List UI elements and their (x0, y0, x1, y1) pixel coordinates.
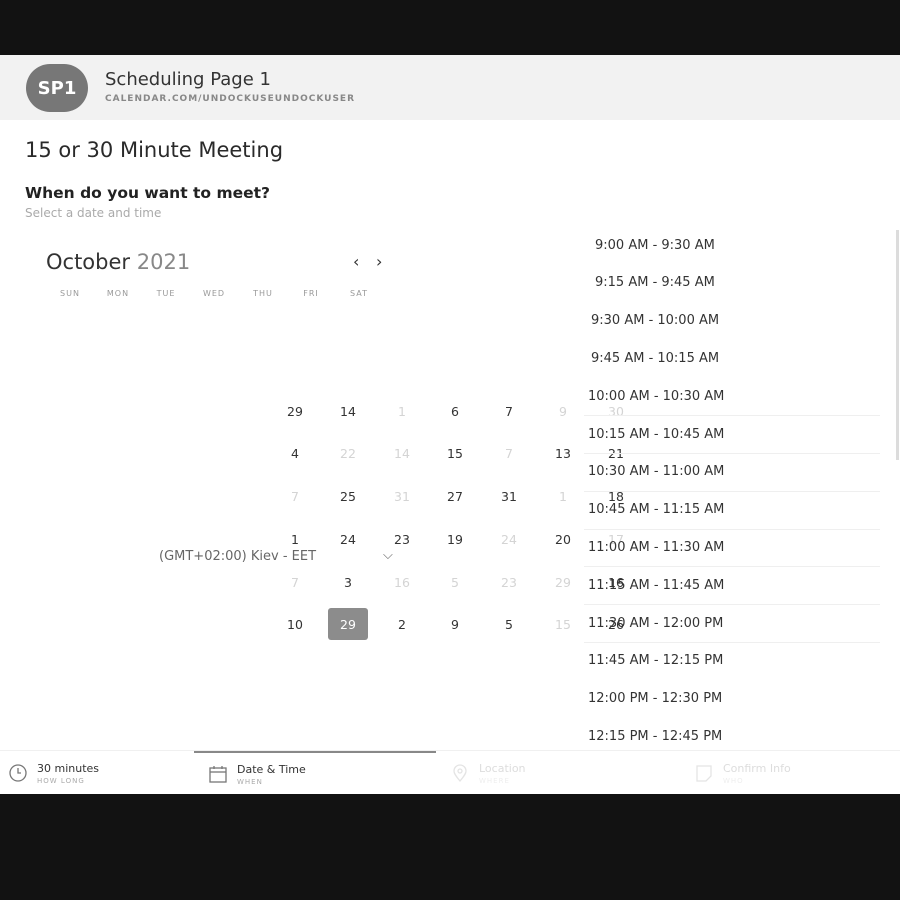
tab-date-time[interactable]: Date & Time WHEN (194, 751, 436, 794)
time-slot[interactable]: 10:45 AM - 11:15 AM (584, 495, 884, 525)
calendar-day[interactable]: 19 (435, 523, 475, 555)
time-slot[interactable]: 11:15 AM - 11:45 AM (584, 570, 884, 600)
calendar-day[interactable]: 9 (543, 395, 583, 427)
calendar-day[interactable]: 5 (489, 608, 529, 640)
calendar-day[interactable]: 15 (435, 437, 475, 469)
time-slot[interactable]: 10:30 AM - 11:00 AM (584, 457, 884, 487)
calendar-day[interactable]: 5 (435, 566, 475, 598)
calendar-day[interactable]: 3 (328, 566, 368, 598)
weekday-label: MON (106, 289, 130, 298)
location-pin-icon (450, 763, 470, 783)
calendar-day[interactable]: 1 (382, 395, 422, 427)
tab-confirm-info[interactable]: Confirm Info WHO (694, 751, 791, 794)
year-name: 2021 (136, 250, 191, 274)
step-tabs: 30 minutes HOW LONG Date & Time WHEN Loc… (0, 750, 900, 794)
calendar-day[interactable]: 10 (275, 608, 315, 640)
page-name: Scheduling Page 1 (105, 69, 271, 90)
calendar-day[interactable]: 4 (275, 437, 315, 469)
next-month-button[interactable]: › (376, 252, 382, 271)
calendar-day[interactable]: 9 (435, 608, 475, 640)
meeting-title: 15 or 30 Minute Meeting (25, 138, 284, 162)
tab-title: Confirm Info (723, 761, 791, 775)
weekday-label: FRI (303, 289, 319, 298)
calendar-day[interactable]: 1 (543, 480, 583, 512)
calendar-day[interactable]: 29 (543, 566, 583, 598)
avatar: SP1 (26, 64, 88, 112)
calendar-day[interactable]: 7 (275, 480, 315, 512)
previous-month-button[interactable]: ‹ (353, 252, 359, 271)
chevron-down-icon[interactable]: ⌵ (383, 548, 393, 563)
tab-title: 30 minutes (37, 761, 100, 775)
question-heading: When do you want to meet? (25, 184, 271, 202)
time-slot[interactable]: 9:15 AM - 9:45 AM (584, 268, 884, 298)
selected-day[interactable]: 29 (328, 608, 368, 640)
weekday-label: TUE (156, 289, 176, 298)
time-slot-divider (584, 642, 880, 643)
time-slot-divider (584, 528, 880, 530)
calendar-day[interactable]: 24 (328, 523, 368, 555)
time-slot-scrollbar[interactable] (896, 230, 899, 460)
timezone-select[interactable]: (GMT+02:00) Kiev - EET (159, 549, 316, 564)
tab-subtitle: WHO (723, 776, 744, 785)
time-slot[interactable]: 11:00 AM - 11:30 AM (584, 532, 884, 562)
bottom-letterbox (0, 794, 900, 900)
calendar-day[interactable]: 2 (382, 608, 422, 640)
calendar-day[interactable]: 23 (489, 566, 529, 598)
calendar-day[interactable]: 22 (328, 437, 368, 469)
time-slot[interactable]: 11:45 AM - 12:15 PM (584, 646, 884, 676)
time-slot[interactable]: 9:30 AM - 10:00 AM (584, 306, 884, 336)
calendar-day[interactable]: 13 (543, 437, 583, 469)
tab-subtitle: WHEN (237, 777, 263, 786)
time-slot[interactable]: 9:45 AM - 10:15 AM (584, 343, 884, 373)
page-url[interactable]: CALENDAR.COM/UNDOCKUSEUNDOCKUSER (105, 94, 355, 104)
scheduling-app: SP1 Scheduling Page 1 CALENDAR.COM/UNDOC… (0, 55, 900, 794)
calendar-day[interactable]: 27 (435, 480, 475, 512)
calendar-day[interactable]: 25 (328, 480, 368, 512)
tab-title: Date & Time (237, 762, 306, 776)
calendar-day[interactable]: 29 (275, 395, 315, 427)
calendar-day[interactable]: 31 (382, 480, 422, 512)
calendar-day[interactable]: 31 (489, 480, 529, 512)
calendar-day[interactable]: 14 (382, 437, 422, 469)
time-slot[interactable]: 10:00 AM - 10:30 AM (584, 381, 884, 411)
time-slot-divider (584, 566, 880, 568)
weekday-label: SAT (350, 289, 368, 298)
tab-title: Location (479, 761, 526, 775)
time-slot-list[interactable]: 9:00 AM - 9:30 AM 9:15 AM - 9:45 AM 9:30 A… (584, 230, 884, 750)
time-slot[interactable]: 10:15 AM - 10:45 AM (584, 419, 884, 449)
time-slot-divider (584, 604, 880, 606)
document-icon (694, 763, 714, 783)
time-slot-divider (584, 415, 880, 417)
time-slot[interactable]: 12:15 PM - 12:45 PM (584, 721, 884, 751)
weekday-label: SUN (60, 289, 80, 298)
calendar-day[interactable]: 7 (275, 566, 315, 598)
time-slot-divider (584, 453, 880, 454)
month-label: October 2021 (46, 250, 190, 274)
tab-duration[interactable]: 30 minutes HOW LONG (8, 751, 99, 794)
calendar-day[interactable]: 14 (328, 395, 368, 427)
calendar-day[interactable]: 7 (489, 395, 529, 427)
calendar-day[interactable]: 6 (435, 395, 475, 427)
weekday-label: WED (202, 289, 226, 298)
calendar-day[interactable]: 15 (543, 608, 583, 640)
calendar-day[interactable]: 7 (489, 437, 529, 469)
calendar-day[interactable]: 20 (543, 523, 583, 555)
page-header: SP1 Scheduling Page 1 CALENDAR.COM/UNDOC… (0, 55, 900, 120)
month-name: October (46, 250, 131, 274)
time-slot[interactable]: 11:30 AM - 12:00 PM (584, 608, 884, 638)
top-letterbox (0, 0, 900, 55)
tab-subtitle: HOW LONG (37, 776, 85, 785)
time-slot[interactable]: 12:00 PM - 12:30 PM (584, 684, 884, 714)
calendar-day[interactable]: 16 (382, 566, 422, 598)
question-hint: Select a date and time (25, 206, 162, 220)
tab-location[interactable]: Location WHERE (450, 751, 526, 794)
weekday-label: THU (253, 289, 273, 298)
tab-subtitle: WHERE (479, 776, 510, 785)
calendar-icon (208, 764, 228, 784)
time-slot-divider (584, 490, 880, 492)
time-slot[interactable]: 9:00 AM - 9:30 AM (584, 230, 884, 260)
calendar-day[interactable]: 24 (489, 523, 529, 555)
clock-icon (8, 763, 28, 783)
